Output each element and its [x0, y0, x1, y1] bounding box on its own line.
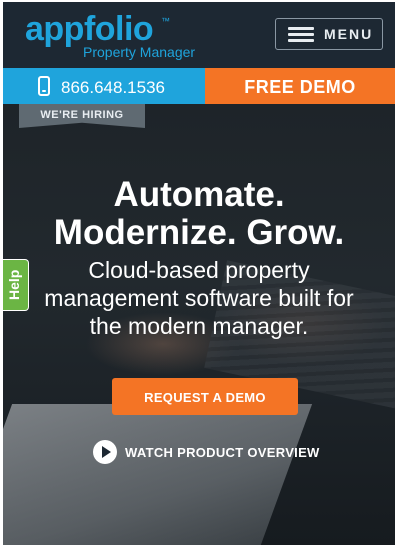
hero-headline: Automate. Modernize. Grow. — [3, 176, 395, 252]
appfolio-logo[interactable]: appfolio ™ Property Manager — [25, 10, 225, 62]
headline-line-2: Modernize. Grow. — [53, 213, 345, 252]
hero-section: WE'RE HIRING Automate. Modernize. Grow. … — [3, 104, 395, 545]
logo-trademark: ™ — [161, 16, 170, 26]
hiring-tag[interactable]: WE'RE HIRING — [19, 104, 145, 128]
request-demo-label: REQUEST A DEMO — [144, 390, 266, 405]
help-tab[interactable]: Help — [3, 259, 29, 311]
menu-button[interactable]: MENU — [275, 18, 383, 50]
menu-label: MENU — [324, 26, 374, 42]
hero-subheading: Cloud-based property management software… — [3, 256, 395, 340]
free-demo-button[interactable]: FREE DEMO — [205, 68, 395, 104]
help-label: Help — [6, 269, 22, 300]
hero-background-desk — [3, 404, 313, 545]
phone-icon — [38, 76, 50, 96]
request-demo-button[interactable]: REQUEST A DEMO — [112, 378, 298, 415]
hiring-label: WE'RE HIRING — [40, 109, 124, 121]
phone-number: 866.648.1536 — [61, 78, 165, 97]
play-icon — [93, 440, 117, 464]
headline-line-1: Automate. — [113, 175, 285, 214]
logo-subtitle: Property Manager — [83, 44, 196, 60]
phone-call-button[interactable]: 866.648.1536 — [3, 68, 205, 104]
subhead-line-3: the modern manager. — [89, 313, 309, 339]
watch-overview-label: WATCH PRODUCT OVERVIEW — [125, 445, 320, 460]
hamburger-icon — [288, 27, 314, 43]
page-frame: appfolio ™ Property Manager MENU 866.648… — [3, 2, 395, 545]
subhead-line-2: management software built for — [44, 285, 354, 311]
free-demo-label: FREE DEMO — [244, 77, 356, 97]
subhead-line-1: Cloud-based property — [88, 257, 310, 283]
site-header: appfolio ™ Property Manager MENU — [3, 2, 395, 68]
watch-overview-link[interactable]: WATCH PRODUCT OVERVIEW — [93, 440, 333, 466]
